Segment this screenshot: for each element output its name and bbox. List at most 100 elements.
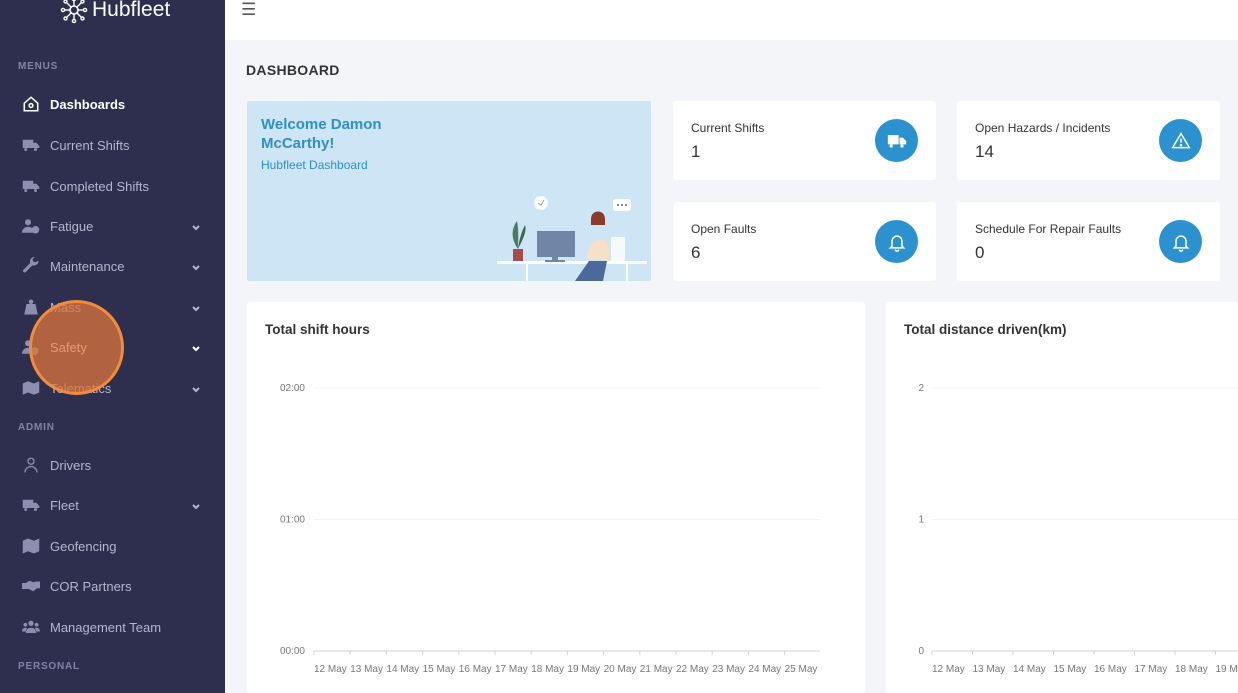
x-tick-label: 25 May bbox=[785, 664, 818, 675]
y-tick-label: 1 bbox=[918, 515, 924, 526]
sidebar-item-cor-partners[interactable]: COR Partners bbox=[0, 568, 225, 604]
x-tick-label: 18 May bbox=[531, 664, 564, 675]
x-tick-label: 22 May bbox=[676, 664, 709, 675]
x-tick-label: 13 May bbox=[350, 664, 383, 675]
home-icon bbox=[23, 96, 39, 112]
brand-logo[interactable]: Hubfleet bbox=[60, 0, 170, 24]
sidebar-item-label: Telematics bbox=[50, 380, 112, 396]
stat-card-schedule-repair-faults[interactable]: Schedule For Repair Faults 0 bbox=[957, 202, 1220, 281]
chevron-down-icon bbox=[192, 306, 200, 312]
chevron-down-icon bbox=[192, 225, 200, 231]
chart-card-shift-hours: Total shift hours 00:00 01:00 02:00 12 May 1… bbox=[247, 302, 865, 693]
sidebar-item-completed-shifts[interactable]: Completed Shifts bbox=[0, 168, 225, 204]
sidebar-item-drivers[interactable]: Drivers bbox=[0, 447, 225, 483]
y-tick-label: 02:00 bbox=[280, 383, 305, 394]
x-tick-label: 18 May bbox=[1175, 664, 1208, 675]
sidebar-item-fleet[interactable]: Fleet bbox=[0, 487, 225, 523]
sidebar-item-label: Fatigue bbox=[50, 218, 94, 234]
wrench-icon bbox=[23, 257, 39, 273]
stat-value: 6 bbox=[691, 243, 701, 262]
sidebar-item-label: Dashboards bbox=[50, 96, 126, 112]
welcome-subtitle: Hubfleet Dashboard bbox=[261, 158, 368, 172]
stat-label: Current Shifts bbox=[691, 121, 765, 135]
office-illustration-icon bbox=[497, 196, 647, 281]
chevron-down-icon bbox=[192, 346, 200, 352]
x-tick-label: 12 May bbox=[314, 664, 347, 675]
sidebar-item-fatigue[interactable]: Fatigue bbox=[0, 208, 225, 244]
stat-card-current-shifts[interactable]: Current Shifts 1 bbox=[673, 101, 936, 180]
chart-plot: 0 1 2 12 May 13 May 14 May 15 May 16 May 17 May 1… bbox=[918, 383, 1238, 675]
map-marker-icon bbox=[22, 381, 40, 395]
section-personal: PERSONAL bbox=[18, 661, 80, 672]
x-tick-label: 16 May bbox=[1094, 664, 1127, 675]
welcome-card: Welcome Damon McCarthy! Hubfleet Dashboa… bbox=[247, 101, 651, 281]
x-tick-label: 17 May bbox=[495, 664, 528, 675]
x-tick-label: 16 May bbox=[459, 664, 492, 675]
sidebar-item-telematics[interactable]: Telematics bbox=[0, 370, 225, 406]
chevron-down-icon bbox=[192, 504, 200, 510]
stat-value: 14 bbox=[975, 142, 994, 161]
truck-icon bbox=[887, 134, 906, 148]
user-icon bbox=[24, 457, 38, 473]
hamburger-menu-icon[interactable]: ☰ bbox=[241, 0, 256, 20]
warning-icon bbox=[1170, 131, 1191, 148]
user-clock-icon bbox=[22, 219, 40, 234]
x-tick-label: 23 May bbox=[712, 664, 745, 675]
y-tick-label: 0 bbox=[918, 646, 924, 657]
x-tick-label: 20 May bbox=[604, 664, 637, 675]
section-menus: MENUS bbox=[18, 61, 59, 72]
sidebar-item-geofencing[interactable]: Geofencing bbox=[0, 528, 225, 564]
stat-label: Open Faults bbox=[691, 222, 757, 236]
weight-icon bbox=[24, 299, 38, 315]
stat-label: Open Hazards / Incidents bbox=[975, 121, 1111, 135]
y-tick-label: 01:00 bbox=[280, 515, 305, 526]
x-tick-label: 15 May bbox=[1054, 664, 1087, 675]
truck-icon bbox=[22, 139, 40, 151]
x-tick-label: 19 May bbox=[567, 664, 600, 675]
y-tick-label: 00:00 bbox=[280, 646, 305, 657]
sidebar-item-mass[interactable]: Mass bbox=[0, 289, 225, 325]
sidebar-item-label: Mass bbox=[50, 299, 82, 315]
sidebar-item-label: Safety bbox=[50, 339, 87, 355]
sidebar-item-management-team[interactable]: Management Team bbox=[0, 609, 225, 645]
bell-icon bbox=[1172, 234, 1189, 252]
sidebar-item-label: COR Partners bbox=[50, 578, 132, 594]
sidebar-item-maintenance[interactable]: Maintenance bbox=[0, 248, 225, 284]
sidebar-item-label: Completed Shifts bbox=[50, 178, 149, 194]
page-title: DASHBOARD bbox=[246, 62, 340, 78]
truck-check-icon bbox=[22, 180, 40, 192]
sidebar: Hubfleet MENUS Dashboards Current Shifts… bbox=[0, 0, 225, 693]
sidebar-item-safety[interactable]: Safety bbox=[0, 329, 225, 365]
stat-label: Schedule For Repair Faults bbox=[975, 222, 1122, 236]
sidebar-item-current-shifts[interactable]: Current Shifts bbox=[0, 127, 225, 163]
sidebar-item-label: Management Team bbox=[50, 619, 162, 635]
x-tick-label: 13 May bbox=[973, 664, 1006, 675]
topbar: ☰ bbox=[225, 0, 1238, 40]
y-tick-label: 2 bbox=[918, 383, 924, 394]
map-icon bbox=[22, 538, 40, 554]
x-tick-label: 19 May bbox=[1216, 664, 1238, 675]
stat-value: 0 bbox=[975, 243, 985, 262]
welcome-heading: Welcome Damon McCarthy! bbox=[261, 116, 382, 152]
x-tick-label: 15 May bbox=[423, 664, 456, 675]
stat-value: 1 bbox=[691, 142, 701, 161]
brand-name: Hubfleet bbox=[92, 0, 171, 21]
sidebar-item-label: Maintenance bbox=[50, 258, 125, 274]
truck-icon bbox=[22, 499, 40, 511]
sidebar-item-label: Fleet bbox=[50, 497, 79, 513]
sidebar-item-dashboards[interactable]: Dashboards bbox=[0, 86, 225, 122]
chart-card-distance-driven: Total distance driven(km) 0 1 2 12 May 13 Ma… bbox=[886, 302, 1238, 693]
x-tick-label: 24 May bbox=[748, 664, 781, 675]
bell-icon bbox=[888, 234, 905, 252]
x-tick-label: 12 May bbox=[932, 664, 965, 675]
stat-card-open-faults[interactable]: Open Faults 6 bbox=[673, 202, 936, 281]
users-icon bbox=[22, 620, 40, 633]
x-tick-label: 14 May bbox=[386, 664, 419, 675]
stat-card-open-hazards[interactable]: Open Hazards / Incidents 14 bbox=[957, 101, 1220, 180]
chart-plot: 00:0001:0002:0012 May 13 May 14 May 15 May 1… bbox=[280, 383, 820, 675]
x-tick-label: 21 May bbox=[640, 664, 673, 675]
section-admin: ADMIN bbox=[18, 422, 55, 433]
sidebar-item-label: Geofencing bbox=[50, 538, 117, 554]
sidebar-item-label: Current Shifts bbox=[50, 137, 130, 153]
chevron-down-icon bbox=[192, 387, 200, 393]
